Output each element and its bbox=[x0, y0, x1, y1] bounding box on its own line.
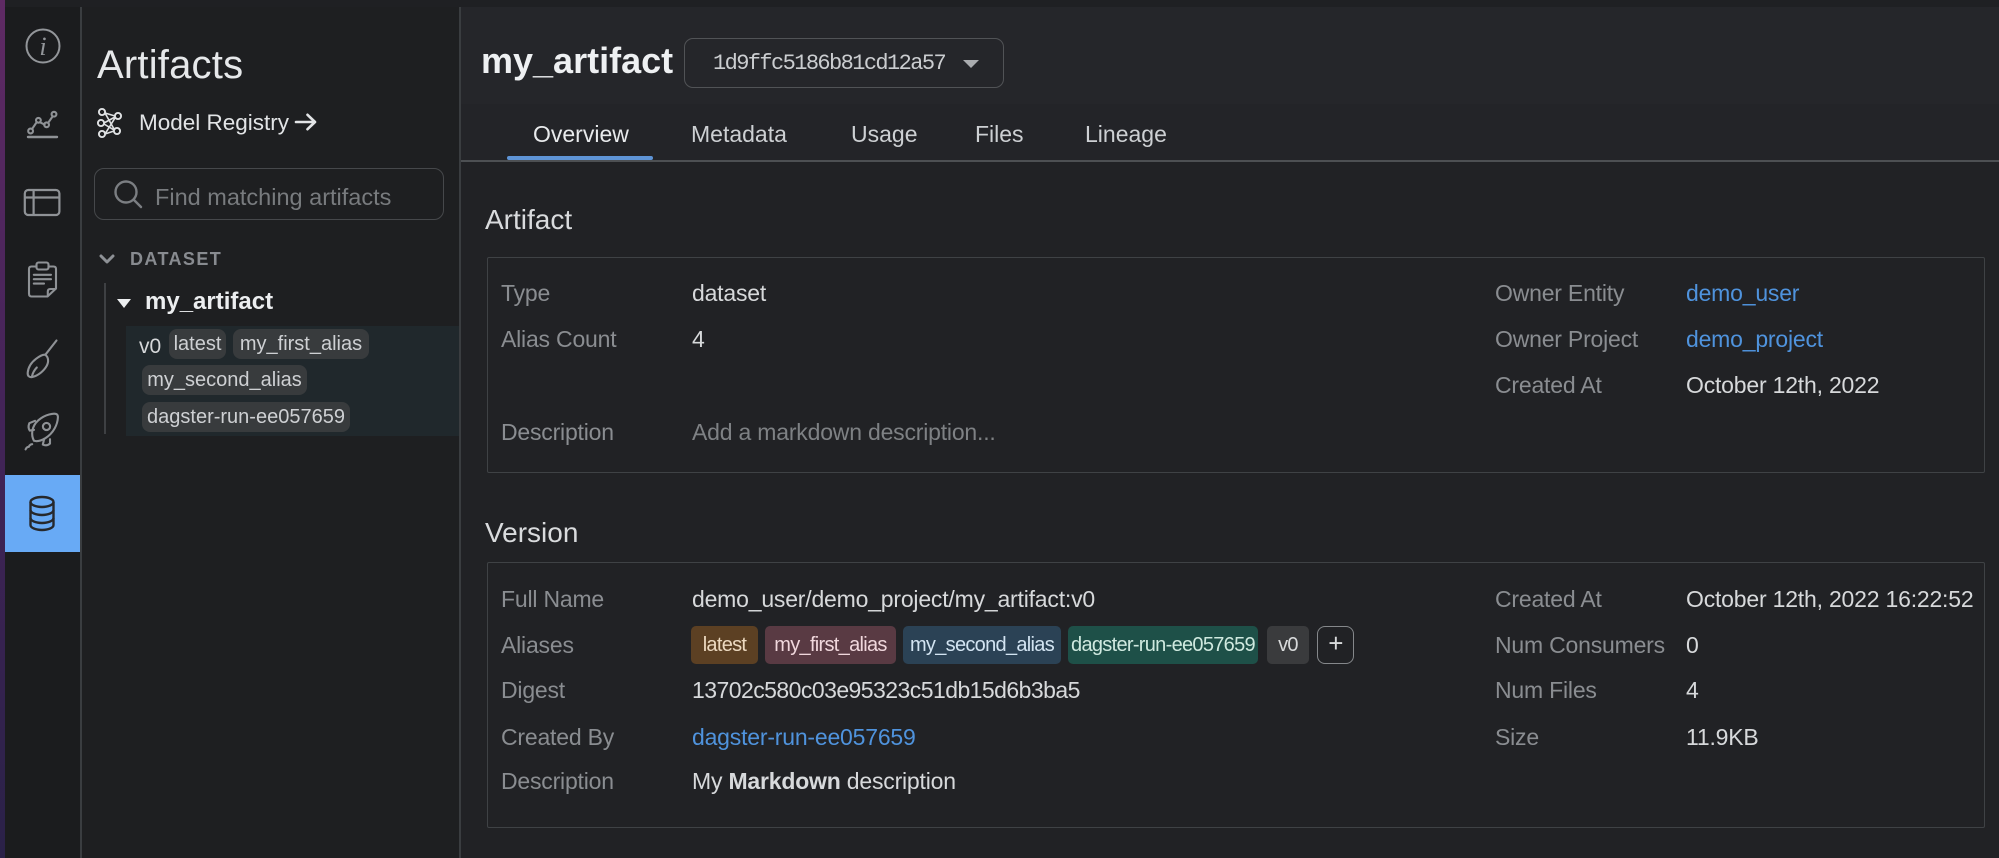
svg-text:i: i bbox=[39, 32, 46, 61]
